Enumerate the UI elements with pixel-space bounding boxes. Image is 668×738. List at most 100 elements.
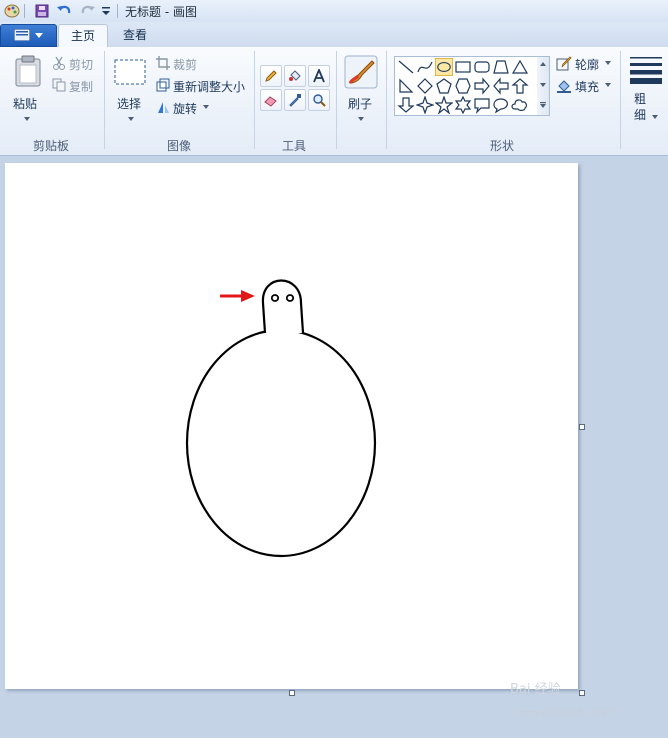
brushes-button[interactable]: 刷子 <box>342 51 380 127</box>
line-thickness-icon <box>630 57 662 84</box>
polygon-shape-icon[interactable] <box>492 58 510 76</box>
shapes-gallery-scrollbar[interactable] <box>537 56 550 116</box>
image-group-label: 图像 <box>167 139 192 153</box>
crop-button[interactable]: 裁剪 <box>155 55 215 73</box>
redo-icon[interactable] <box>80 3 96 19</box>
chevron-down-icon <box>605 61 611 65</box>
four-point-star-shape-icon[interactable] <box>416 96 434 114</box>
title-bar: 无标题 - 画图 <box>0 0 668 23</box>
ribbon-tab-row: 主页 查看 <box>0 22 668 47</box>
resize-icon <box>156 78 170 92</box>
tab-home[interactable]: 主页 <box>58 24 109 47</box>
chevron-down-icon <box>35 33 43 38</box>
outline-button[interactable]: 轮廓 <box>556 55 614 73</box>
rotate-icon <box>158 102 169 113</box>
hexagon-shape-icon[interactable] <box>454 77 472 95</box>
chevron-down-icon <box>358 117 364 121</box>
paste-label: 粘贴 <box>13 97 38 111</box>
eraser-icon <box>264 96 277 107</box>
chevron-down-icon <box>652 115 658 119</box>
pencil-icon <box>265 70 277 82</box>
brush-icon <box>344 55 378 89</box>
pencil-tool[interactable] <box>260 65 282 87</box>
canvas-resize-handle-bottom[interactable] <box>289 690 295 696</box>
right-arrow-shape-icon[interactable] <box>473 77 491 95</box>
text-tool[interactable] <box>308 65 330 87</box>
select-button[interactable]: 选择 <box>110 51 150 127</box>
save-icon[interactable] <box>34 3 50 19</box>
fill-bucket-icon <box>557 80 571 93</box>
size-label: 粗细 <box>634 92 647 122</box>
tools-group-label: 工具 <box>282 139 307 153</box>
resize-button[interactable]: 重新调整大小 <box>155 77 250 95</box>
brushes-label: 刷子 <box>348 97 373 111</box>
canvas-resize-handle-corner[interactable] <box>579 690 585 696</box>
tab-view[interactable]: 查看 <box>111 24 159 46</box>
oval-shape-icon[interactable] <box>435 58 453 76</box>
undo-icon[interactable] <box>56 3 72 19</box>
oval-callout-shape-icon[interactable] <box>492 96 510 114</box>
paste-button[interactable]: 粘贴 <box>6 51 46 127</box>
eyedropper-icon <box>289 94 301 107</box>
chevron-down-icon <box>203 105 209 109</box>
gallery-expand-icon[interactable] <box>540 102 546 108</box>
scroll-up-icon[interactable] <box>540 62 546 66</box>
outline-pencil-icon <box>556 56 572 71</box>
rounded-rectangle-shape-icon[interactable] <box>473 58 491 76</box>
down-arrow-shape-icon[interactable] <box>397 96 415 114</box>
triangle-shape-icon[interactable] <box>511 58 529 76</box>
customize-toolbar-icon[interactable] <box>98 3 114 19</box>
six-point-star-shape-icon[interactable] <box>454 96 472 114</box>
drawing-canvas[interactable] <box>5 163 578 689</box>
chevron-down-icon <box>605 83 611 87</box>
copy-label: 复制 <box>69 80 94 94</box>
five-point-star-shape-icon[interactable] <box>435 96 453 114</box>
copy-icon <box>52 78 66 92</box>
eraser-tool[interactable] <box>260 89 282 111</box>
fill-tool[interactable] <box>284 65 306 87</box>
cut-button[interactable]: 剪切 <box>50 55 100 73</box>
file-menu-button[interactable] <box>0 24 57 47</box>
turtle-body-shape <box>185 328 377 558</box>
cut-label: 剪切 <box>69 58 94 72</box>
rectangle-shape-icon[interactable] <box>454 58 472 76</box>
canvas-resize-handle-right[interactable] <box>579 424 585 430</box>
paint-app-icon[interactable] <box>4 3 20 19</box>
pentagon-shape-icon[interactable] <box>435 77 453 95</box>
paint-bucket-icon <box>289 70 301 81</box>
turtle-drawing <box>185 279 377 558</box>
outline-label: 轮廓 <box>575 58 600 72</box>
fill-label: 填充 <box>575 80 600 94</box>
up-arrow-shape-icon[interactable] <box>511 77 529 95</box>
color-picker-tool[interactable] <box>284 89 306 111</box>
rectangular-callout-shape-icon[interactable] <box>473 96 491 114</box>
right-triangle-shape-icon[interactable] <box>397 77 415 95</box>
window-title: 无标题 - 画图 <box>125 5 197 19</box>
curve-shape-icon[interactable] <box>416 58 434 76</box>
scissors-icon <box>53 56 65 70</box>
rotate-label: 旋转 <box>173 102 198 116</box>
size-button[interactable]: 粗细 <box>626 51 666 127</box>
fill-button[interactable]: 填充 <box>556 77 614 95</box>
line-shape-icon[interactable] <box>397 58 415 76</box>
resize-label: 重新调整大小 <box>173 80 246 94</box>
scroll-down-icon[interactable] <box>540 83 546 87</box>
shapes-group-label: 形状 <box>490 139 515 153</box>
shapes-gallery <box>394 56 539 116</box>
select-label: 选择 <box>117 97 142 111</box>
rotate-button[interactable]: 旋转 <box>155 99 215 117</box>
clipboard-group-label: 剪贴板 <box>33 139 70 153</box>
text-a-icon <box>313 69 325 83</box>
crop-label: 裁剪 <box>173 58 198 72</box>
chevron-down-icon <box>128 117 134 121</box>
select-rectangle-icon <box>114 59 146 85</box>
magnifier-icon <box>313 94 326 107</box>
file-menu-icon <box>14 29 30 41</box>
diamond-shape-icon[interactable] <box>416 77 434 95</box>
chevron-down-icon <box>24 117 30 121</box>
cloud-callout-shape-icon[interactable] <box>511 96 529 114</box>
magnifier-tool[interactable] <box>308 89 330 111</box>
left-arrow-shape-icon[interactable] <box>492 77 510 95</box>
clipboard-icon <box>15 55 41 87</box>
copy-button[interactable]: 复制 <box>50 77 100 95</box>
